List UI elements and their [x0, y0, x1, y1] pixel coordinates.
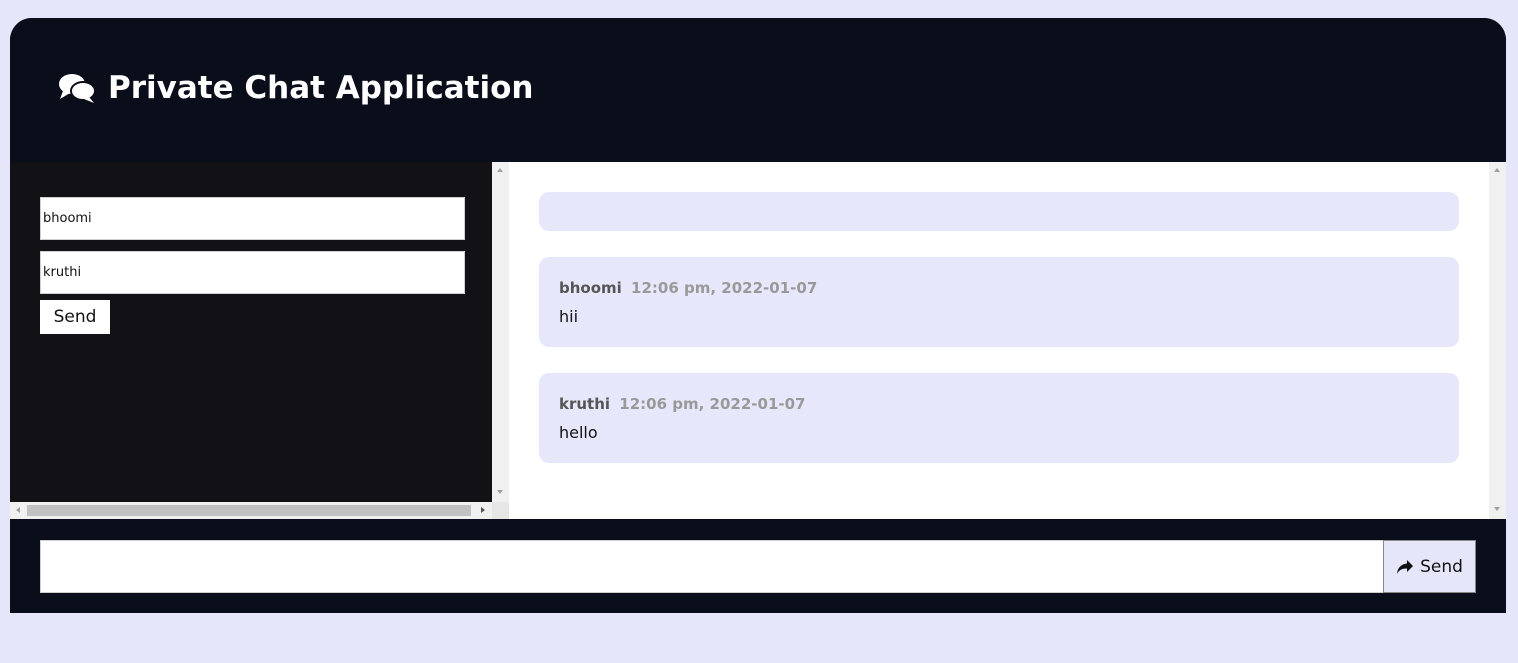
scroll-up-arrow-icon[interactable] [497, 168, 503, 172]
scrollbar-corner [492, 502, 509, 519]
scroll-down-arrow-icon[interactable] [1494, 507, 1500, 511]
sidebar-vertical-scrollbar[interactable] [492, 162, 509, 502]
horizontal-scroll-thumb[interactable] [27, 505, 471, 516]
empty-message-bubble [539, 192, 1459, 231]
page-title: Private Chat Application [58, 70, 533, 106]
messages-vertical-scrollbar[interactable] [1489, 162, 1506, 519]
message-list: bhoomi 12:06 pm, 2022-01-07 hii kruthi 1… [509, 162, 1506, 519]
send-message-button[interactable]: Send [1383, 540, 1476, 593]
message-timestamp: 12:06 pm, 2022-01-07 [619, 395, 806, 413]
send-button-label: Send [1420, 556, 1463, 577]
message-author: kruthi [559, 395, 611, 413]
sidebar-horizontal-scrollbar[interactable] [10, 502, 492, 519]
sender-name-input[interactable] [40, 197, 465, 240]
message-author: bhoomi [559, 279, 622, 297]
sidebar-form: Send [10, 162, 492, 502]
chat-app-window: Private Chat Application Send bhoomi 12:… [10, 18, 1506, 613]
message-input[interactable] [40, 540, 1384, 593]
share-icon [1396, 559, 1414, 575]
message-header: bhoomi 12:06 pm, 2022-01-07 [559, 279, 1439, 297]
comments-icon [58, 72, 96, 104]
scroll-left-arrow-icon[interactable] [16, 507, 20, 513]
app-header: Private Chat Application [10, 18, 1506, 162]
message-timestamp: 12:06 pm, 2022-01-07 [631, 279, 818, 297]
message-header: kruthi 12:06 pm, 2022-01-07 [559, 395, 1439, 413]
scroll-up-arrow-icon[interactable] [1494, 168, 1500, 172]
message-text: hello [559, 423, 598, 442]
sidebar-panel: Send [10, 162, 509, 519]
message-item: bhoomi 12:06 pm, 2022-01-07 hii [539, 257, 1459, 347]
app-title-text: Private Chat Application [108, 70, 534, 106]
scroll-right-arrow-icon[interactable] [481, 507, 485, 513]
sidebar-send-button[interactable]: Send [40, 300, 110, 334]
receiver-name-input[interactable] [40, 251, 465, 294]
message-item: kruthi 12:06 pm, 2022-01-07 hello [539, 373, 1459, 463]
scroll-down-arrow-icon[interactable] [497, 490, 503, 494]
message-text: hii [559, 307, 579, 326]
message-composer: Send [10, 519, 1506, 613]
